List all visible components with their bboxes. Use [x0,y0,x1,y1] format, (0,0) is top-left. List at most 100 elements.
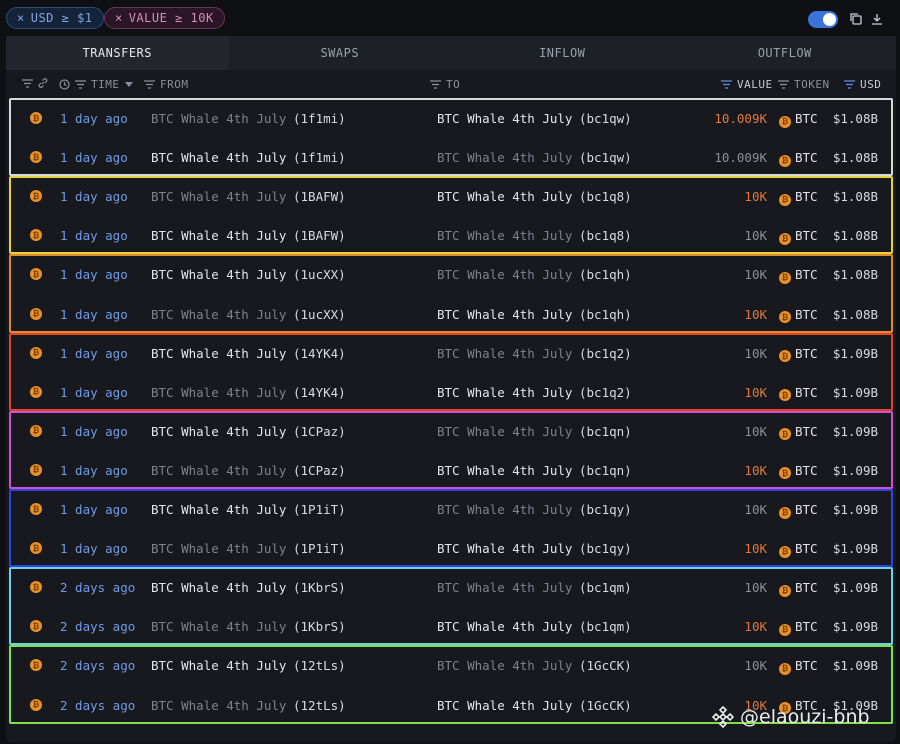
time-link[interactable]: 1 day ago [60,150,128,165]
to-entity[interactable]: BTC Whale 4th July [433,698,576,713]
token-cell[interactable]: ₿ BTC [779,346,818,363]
filter-icon[interactable] [430,80,441,89]
to-address[interactable]: (bc1qn) [579,463,632,478]
token-cell[interactable]: ₿ BTC [779,424,818,441]
filter-icon[interactable] [22,78,33,88]
column-header-from[interactable]: FROM [144,78,189,91]
from-entity[interactable]: BTC Whale 4th July [147,189,290,204]
to-address[interactable]: (bc1q8) [579,228,632,243]
from-entity[interactable]: BTC Whale 4th July [147,111,290,126]
table-row[interactable]: ₿ 1 day ago BTC Whale 4th July (1ucXX) BTC W… [6,256,896,295]
time-link[interactable]: 1 day ago [60,111,128,126]
table-row[interactable]: ₿ 2 days ago BTC Whale 4th July (12tLs) BTC … [6,647,896,686]
to-entity[interactable]: BTC Whale 4th July [433,424,576,439]
from-entity[interactable]: BTC Whale 4th July [147,150,290,165]
tab-outflow[interactable]: OUTFLOW [673,36,896,70]
time-link[interactable]: 1 day ago [60,502,128,517]
sort-desc-icon[interactable] [124,81,133,88]
token-cell[interactable]: ₿ BTC [779,580,818,597]
tab-swaps[interactable]: SWAPS [228,36,451,70]
from-address[interactable]: (12tLs) [293,658,346,673]
to-address[interactable]: (bc1q2) [579,346,632,361]
row-filter-control[interactable] [22,78,48,88]
from-address[interactable]: (1CPaz) [293,463,346,478]
token-cell[interactable]: ₿ BTC [779,150,818,167]
to-entity[interactable]: BTC Whale 4th July [433,580,576,595]
to-entity[interactable]: BTC Whale 4th July [433,189,576,204]
to-entity[interactable]: BTC Whale 4th July [433,150,576,165]
token-cell[interactable]: ₿ BTC [779,111,818,128]
table-row[interactable]: ₿ 2 days ago BTC Whale 4th July (1KbrS) BTC … [6,569,896,608]
from-address[interactable]: (1ucXX) [293,307,346,322]
to-address[interactable]: (bc1qw) [579,111,632,126]
from-address[interactable]: (1BAFW) [293,228,346,243]
from-address[interactable]: (1ucXX) [293,267,346,282]
from-address[interactable]: (1CPaz) [293,424,346,439]
token-cell[interactable]: ₿ BTC [779,385,818,402]
from-address[interactable]: (1KbrS) [293,619,346,634]
time-link[interactable]: 1 day ago [60,541,128,556]
view-toggle[interactable] [808,11,838,28]
to-address[interactable]: (bc1q2) [579,385,632,400]
to-address[interactable]: (bc1qm) [579,619,632,634]
time-link[interactable]: 2 days ago [60,619,135,634]
from-entity[interactable]: BTC Whale 4th July [147,424,290,439]
to-entity[interactable]: BTC Whale 4th July [433,658,576,673]
time-link[interactable]: 1 day ago [60,424,128,439]
from-entity[interactable]: BTC Whale 4th July [147,580,290,595]
filter-icon[interactable] [75,80,86,89]
time-link[interactable]: 1 day ago [60,189,128,204]
to-entity[interactable]: BTC Whale 4th July [433,619,576,634]
download-icon[interactable] [870,12,884,26]
table-row[interactable]: ₿ 1 day ago BTC Whale 4th July (1f1mi) BTC W… [6,100,896,139]
column-header-to[interactable]: TO [430,78,460,91]
to-entity[interactable]: BTC Whale 4th July [433,346,576,361]
from-address[interactable]: (12tLs) [293,698,346,713]
from-entity[interactable]: BTC Whale 4th July [147,267,290,282]
to-address[interactable]: (bc1qw) [579,150,632,165]
token-cell[interactable]: ₿ BTC [779,267,818,284]
to-address[interactable]: (1GcCK) [579,658,632,673]
to-entity[interactable]: BTC Whale 4th July [433,463,576,478]
time-link[interactable]: 2 days ago [60,580,135,595]
table-row[interactable]: ₿ 2 days ago BTC Whale 4th July (1KbrS) BTC … [6,608,896,647]
table-row[interactable]: ₿ 1 day ago BTC Whale 4th July (1P1iT) BTC W… [6,491,896,530]
table-row[interactable]: ₿ 1 day ago BTC Whale 4th July (1ucXX) BTC W… [6,296,896,335]
table-row[interactable]: ₿ 1 day ago BTC Whale 4th July (1CPaz) BTC W… [6,413,896,452]
from-entity[interactable]: BTC Whale 4th July [147,619,290,634]
from-entity[interactable]: BTC Whale 4th July [147,463,290,478]
from-address[interactable]: (1P1iT) [293,541,346,556]
token-cell[interactable]: ₿ BTC [779,228,818,245]
column-header-time[interactable]: TIME [59,78,133,91]
to-entity[interactable]: BTC Whale 4th July [433,385,576,400]
token-cell[interactable]: ₿ BTC [779,307,818,323]
from-entity[interactable]: BTC Whale 4th July [147,346,290,361]
filter-chip-usd[interactable]: × USD ≥ $1 [6,7,104,29]
from-entity[interactable]: BTC Whale 4th July [147,658,290,673]
to-address[interactable]: (bc1qy) [579,541,632,556]
column-header-token[interactable]: TOKEN [778,78,830,91]
token-cell[interactable]: ₿ BTC [779,658,818,675]
from-address[interactable]: (1KbrS) [293,580,346,595]
filter-icon[interactable] [144,80,155,89]
time-link[interactable]: 1 day ago [60,385,128,400]
table-row[interactable]: ₿ 1 day ago BTC Whale 4th July (14YK4) BTC W… [6,374,896,413]
table-row[interactable]: ₿ 1 day ago BTC Whale 4th July (1f1mi) BTC W… [6,139,896,178]
from-address[interactable]: (1f1mi) [293,111,346,126]
to-entity[interactable]: BTC Whale 4th July [433,228,576,243]
from-entity[interactable]: BTC Whale 4th July [147,385,290,400]
table-row[interactable]: ₿ 1 day ago BTC Whale 4th July (1BAFW) BTC W… [6,178,896,217]
to-address[interactable]: (bc1q8) [579,189,632,204]
token-cell[interactable]: ₿ BTC [779,541,818,558]
to-address[interactable]: (bc1qm) [579,580,632,595]
time-link[interactable]: 2 days ago [60,698,135,713]
token-cell[interactable]: ₿ BTC [779,189,818,206]
table-row[interactable]: ₿ 1 day ago BTC Whale 4th July (14YK4) BTC W… [6,335,896,374]
close-icon[interactable]: × [115,11,123,25]
from-entity[interactable]: BTC Whale 4th July [147,307,290,322]
to-address[interactable]: (1GcCK) [579,698,632,713]
token-cell[interactable]: ₿ BTC [779,619,818,636]
column-header-usd[interactable]: USD [844,78,881,91]
from-address[interactable]: (14YK4) [293,346,346,361]
tab-inflow[interactable]: INFLOW [451,36,674,70]
